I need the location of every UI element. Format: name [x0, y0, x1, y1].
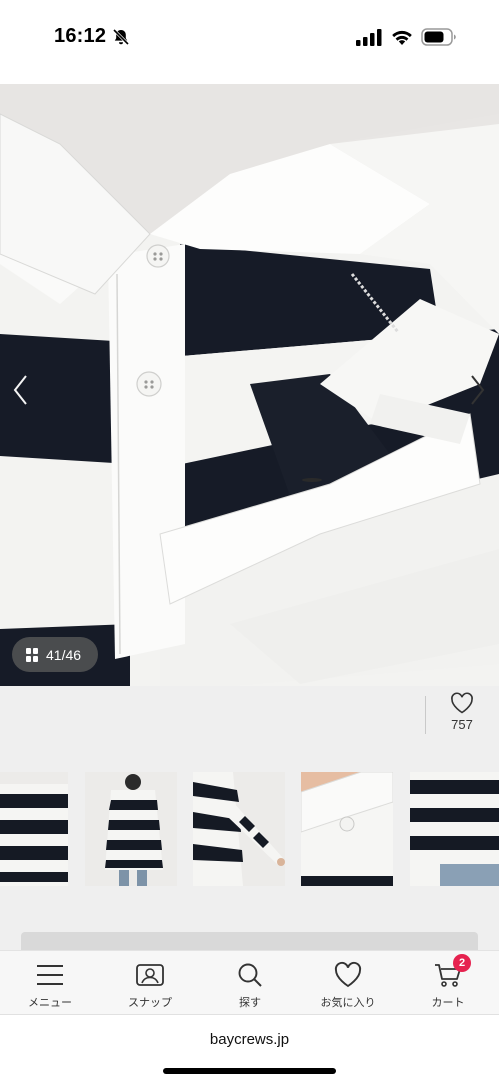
next-image-arrow-icon[interactable]: [466, 373, 488, 407]
thumbnail-strip: [0, 772, 499, 886]
battery-icon: [421, 28, 456, 46]
tab-cart[interactable]: カート: [398, 951, 498, 1015]
cellular-signal-icon: [356, 29, 382, 46]
heart-icon: [334, 961, 362, 988]
favorite-button[interactable]: 757: [440, 692, 484, 732]
tab-snap[interactable]: スナップ: [100, 951, 200, 1015]
tab-search[interactable]: 探す: [200, 951, 300, 1015]
bottom-tab-bar: メニュー スナップ 探す お気に入り カート: [0, 950, 499, 1014]
heart-outline-icon: [451, 692, 473, 714]
striped-polo-shirt-photo: [0, 84, 499, 686]
tab-label: メニュー: [28, 997, 72, 1009]
thumbnail-image[interactable]: [85, 772, 177, 886]
content-card-edge: [21, 932, 478, 952]
thumbnail-image[interactable]: [301, 772, 393, 886]
tab-label: カート: [431, 997, 465, 1009]
bell-muted-icon: [112, 28, 130, 46]
snap-photo-icon: [136, 964, 164, 986]
thumbnail-image[interactable]: [410, 772, 499, 886]
tab-label: 探す: [239, 997, 261, 1009]
favorite-count: 757: [451, 717, 473, 732]
wifi-icon: [392, 30, 412, 45]
status-time: 16:12: [54, 25, 107, 47]
image-counter-text: 41/46: [46, 646, 82, 663]
status-bar: 16:12: [0, 0, 499, 84]
url-text[interactable]: baycrews.jp: [0, 1031, 499, 1048]
cart-count-badge: 2: [453, 954, 471, 972]
hamburger-menu-icon: [37, 965, 63, 985]
tab-menu[interactable]: メニュー: [0, 951, 100, 1015]
home-indicator[interactable]: [163, 1068, 336, 1074]
tab-favorites[interactable]: お気に入り: [298, 951, 398, 1015]
grid-icon: [26, 647, 38, 662]
thumbnail-image[interactable]: [0, 772, 68, 886]
thumbnail-image[interactable]: [193, 772, 285, 886]
previous-image-arrow-icon[interactable]: [10, 373, 32, 407]
browser-address-bar[interactable]: baycrews.jp: [0, 1014, 499, 1080]
image-counter[interactable]: 41/46: [12, 637, 98, 672]
search-icon: [238, 963, 262, 987]
product-main-image[interactable]: [0, 84, 499, 686]
tab-label: お気に入り: [320, 997, 376, 1009]
divider: [425, 696, 426, 734]
tab-label: スナップ: [128, 997, 172, 1009]
